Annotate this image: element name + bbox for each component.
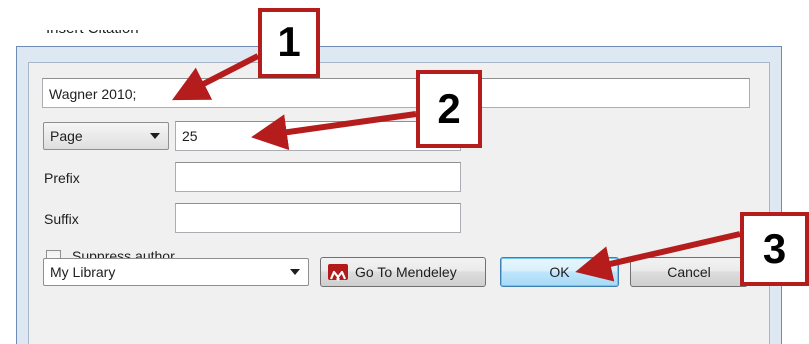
chevron-down-icon — [290, 269, 300, 275]
citation-field[interactable]: Wagner 2010; — [42, 78, 750, 108]
mendeley-logo-icon — [328, 264, 348, 281]
prefix-field[interactable] — [175, 162, 461, 192]
go-to-mendeley-label: Go To Mendeley — [355, 264, 457, 280]
library-select[interactable]: My Library — [43, 258, 309, 286]
callout-3: 3 — [740, 212, 809, 286]
suffix-label: Suffix — [44, 211, 79, 227]
chevron-down-icon — [150, 133, 160, 139]
library-select-value: My Library — [50, 264, 116, 280]
cancel-button[interactable]: Cancel — [630, 257, 748, 287]
ok-button[interactable]: OK — [500, 257, 619, 287]
prefix-label: Prefix — [44, 170, 80, 186]
suffix-field[interactable] — [175, 203, 461, 233]
go-to-mendeley-button[interactable]: Go To Mendeley — [320, 257, 486, 287]
callout-1: 1 — [258, 8, 320, 78]
dialog-title: Insert Citation — [46, 30, 236, 46]
locator-type-value: Page — [50, 128, 83, 144]
locator-type-select[interactable]: Page — [43, 122, 169, 150]
callout-2: 2 — [416, 70, 482, 148]
